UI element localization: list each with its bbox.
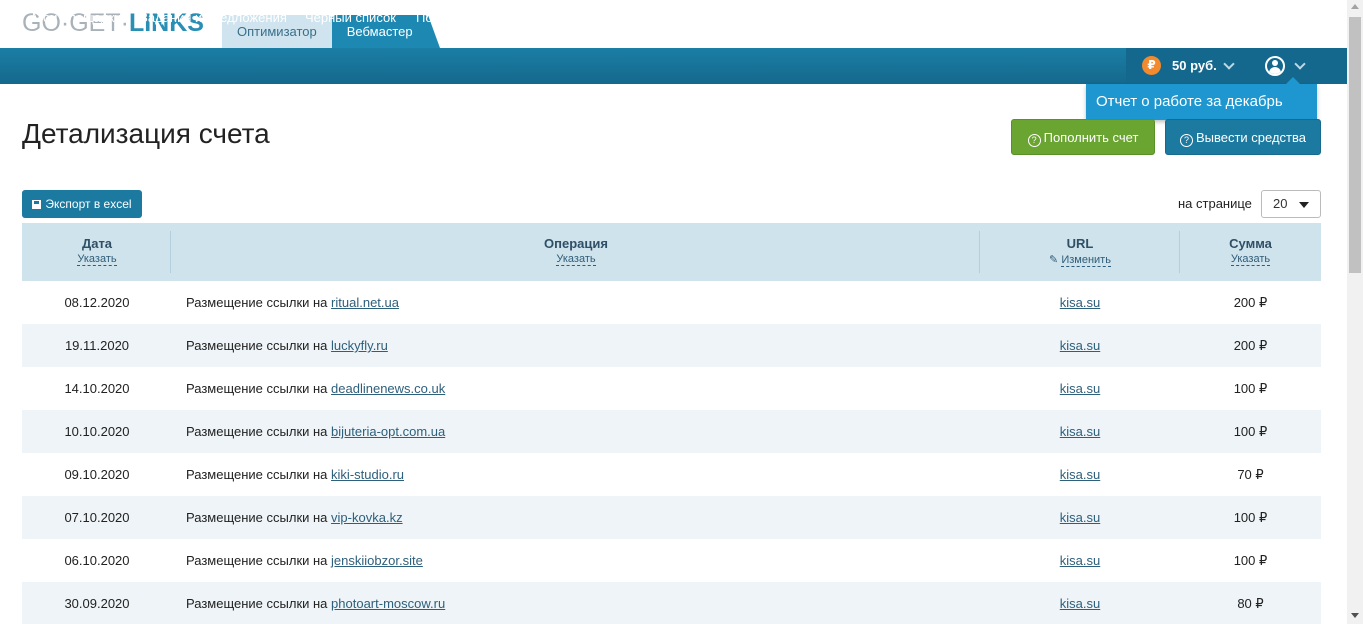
table-row: 19.11.2020 Размещение ссылки на luckyfly…: [22, 324, 1321, 367]
column-date: Дата Указать: [77, 236, 117, 266]
site-link[interactable]: luckyfly.ru: [331, 338, 388, 353]
url-link[interactable]: kisa.su: [1060, 381, 1100, 396]
table-row: 07.10.2020 Размещение ссылки на vip-kovk…: [22, 496, 1321, 539]
url-link[interactable]: kisa.su: [1060, 295, 1100, 310]
per-page-label: на странице: [1178, 196, 1252, 211]
column-sum: Сумма Указать: [1229, 236, 1272, 266]
ruble-icon: ₽: [1142, 56, 1161, 75]
page: GO·GET·LINKS Оптимизатор Вебмастер Мои п…: [0, 0, 1363, 624]
page-title: Детализация счета: [22, 118, 270, 149]
table-row: 10.10.2020 Размещение ссылки на bijuteri…: [22, 410, 1321, 453]
site-link[interactable]: deadlinenews.co.uk: [331, 381, 445, 396]
column-operation: Операция Указать: [544, 236, 608, 266]
table-row: 08.12.2020 Размещение ссылки на ritual.n…: [64, 295, 1268, 310]
withdraw-button[interactable]: ? Вывести средства: [1165, 119, 1321, 155]
scrollbar-thumb[interactable]: [1349, 17, 1361, 273]
question-icon: ?: [1027, 134, 1041, 147]
url-link[interactable]: kisa.su: [1060, 424, 1100, 439]
question-icon: ?: [1179, 134, 1193, 147]
column-url: URL ✎ Изменить: [1049, 236, 1111, 267]
site-link[interactable]: kiki-studio.ru: [331, 467, 404, 482]
column-divider: [170, 231, 171, 273]
export-excel-button[interactable]: Экспорт в excel: [22, 190, 142, 218]
sum-filter-link[interactable]: Указать: [1230, 253, 1271, 266]
nav-item-messages[interactable]: Сообщения: [533, 0, 604, 36]
site-link[interactable]: photoart-moscow.ru: [331, 596, 445, 611]
user-icon[interactable]: [1265, 56, 1285, 76]
url-link[interactable]: kisa.su: [1060, 338, 1100, 353]
operation-filter-link[interactable]: Указать: [556, 253, 596, 266]
date-filter-link[interactable]: Указать: [77, 253, 117, 266]
nav-item-my-sites[interactable]: Мои площадки: [32, 0, 122, 36]
report-popup[interactable]: Отчет о работе за декабрь 2020: [1086, 77, 1317, 146]
dropdown-arrow-icon: [1299, 202, 1309, 208]
url-link[interactable]: kisa.su: [1060, 467, 1100, 482]
site-link[interactable]: bijuteria-opt.com.ua: [331, 424, 445, 439]
url-link[interactable]: kisa.su: [1060, 553, 1100, 568]
site-link[interactable]: jenskiiobzor.site: [331, 553, 423, 568]
scroll-down-arrow-icon[interactable]: [1351, 613, 1359, 618]
scroll-up-arrow-icon[interactable]: [1351, 4, 1359, 9]
url-link[interactable]: kisa.su: [1060, 596, 1100, 611]
pencil-icon: ✎: [1049, 254, 1059, 266]
site-link[interactable]: ritual.net.ua: [331, 295, 399, 310]
table-header: Дата Указать Операция Указать URL ✎ Изме…: [22, 223, 1321, 281]
per-page-select[interactable]: 20: [1261, 190, 1321, 218]
url-change-link[interactable]: Изменить: [1061, 254, 1111, 267]
nav-item-blacklist[interactable]: Черный список: [305, 0, 396, 36]
vertical-scrollbar[interactable]: [1347, 0, 1363, 624]
nav-item-tasks[interactable]: Задания и предложения: [140, 0, 287, 36]
nav-item-campaign-search[interactable]: Поиск кампаний: [416, 0, 514, 36]
table-row: 09.10.2020 Размещение ссылки на kiki-stu…: [64, 467, 1264, 482]
url-link[interactable]: kisa.su: [1060, 510, 1100, 525]
topup-button[interactable]: ? Пополнить счет: [1011, 119, 1155, 155]
balance-value[interactable]: 50 руб.: [1172, 48, 1217, 84]
table-row: 30.09.2020 Размещение ссылки на photoart…: [22, 582, 1321, 624]
site-link[interactable]: vip-kovka.kz: [331, 510, 403, 525]
table-row: 06.10.2020 Размещение ссылки на jenskiio…: [64, 553, 1268, 568]
save-icon: [32, 200, 42, 209]
table-row: 14.10.2020 Размещение ссылки на deadline…: [64, 381, 1268, 396]
